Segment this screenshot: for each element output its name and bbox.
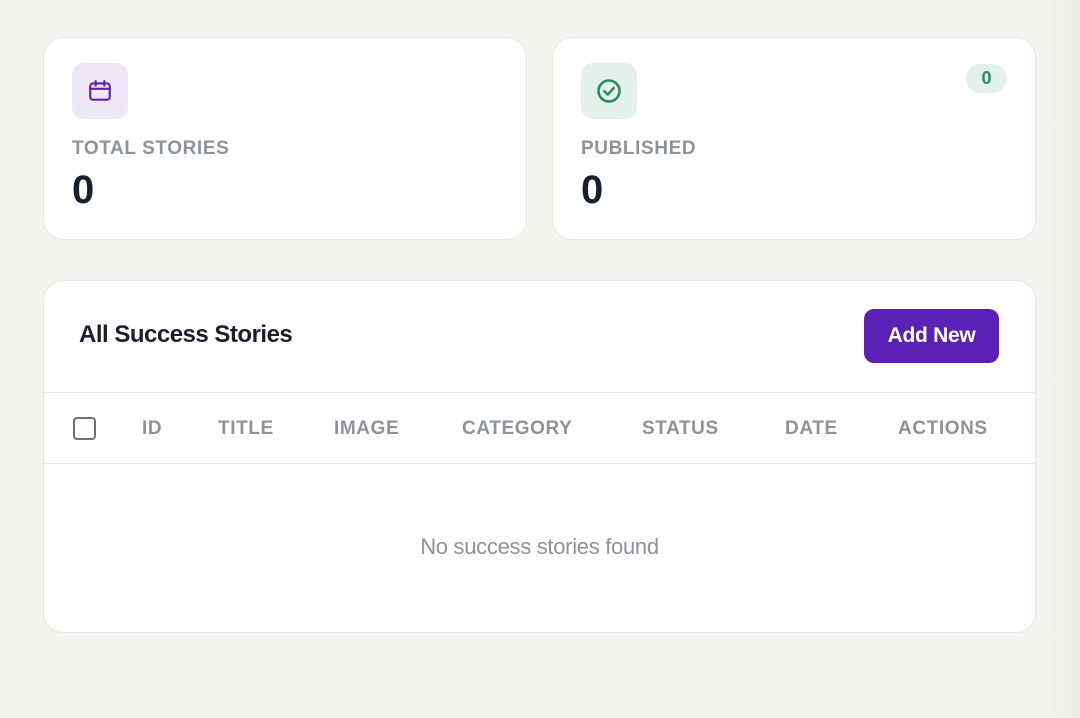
published-label: PUBLISHED: [581, 138, 697, 159]
scroll-shade: [1038, 0, 1080, 718]
total-stories-value: 0: [72, 168, 95, 212]
success-stories-table-card: All Success Stories Add New ID TITLE IMA…: [43, 280, 1036, 633]
select-all-checkbox[interactable]: [73, 417, 96, 440]
table-title: All Success Stories: [79, 321, 293, 348]
column-header-image: IMAGE: [334, 418, 400, 439]
calendar-icon: [89, 80, 111, 101]
column-header-date[interactable]: DATE: [785, 418, 838, 440]
published-value: 0: [581, 168, 604, 212]
empty-state-message: No success stories found: [420, 534, 659, 559]
table-header-bar: All Success Stories Add New: [44, 281, 1035, 393]
column-header-actions: ACTIONS: [898, 418, 988, 439]
table-column-headers: ID TITLE IMAGE CATEGORY STATUS DATE ACTI…: [44, 393, 1035, 464]
column-header-status[interactable]: STATUS: [642, 418, 719, 440]
column-header-category[interactable]: CATEGORY: [462, 418, 572, 440]
total-stories-icon-box: [72, 63, 128, 119]
column-header-title[interactable]: TITLE: [218, 418, 274, 440]
add-new-button[interactable]: Add New: [864, 309, 999, 363]
published-card: 0 PUBLISHED 0: [552, 37, 1036, 240]
total-stories-card: TOTAL STORIES 0: [43, 37, 527, 240]
column-header-id[interactable]: ID: [142, 418, 162, 440]
published-count-badge: 0: [966, 64, 1007, 93]
published-icon-box: [581, 63, 637, 119]
total-stories-label: TOTAL STORIES: [72, 138, 230, 159]
check-circle-icon: [597, 79, 621, 103]
